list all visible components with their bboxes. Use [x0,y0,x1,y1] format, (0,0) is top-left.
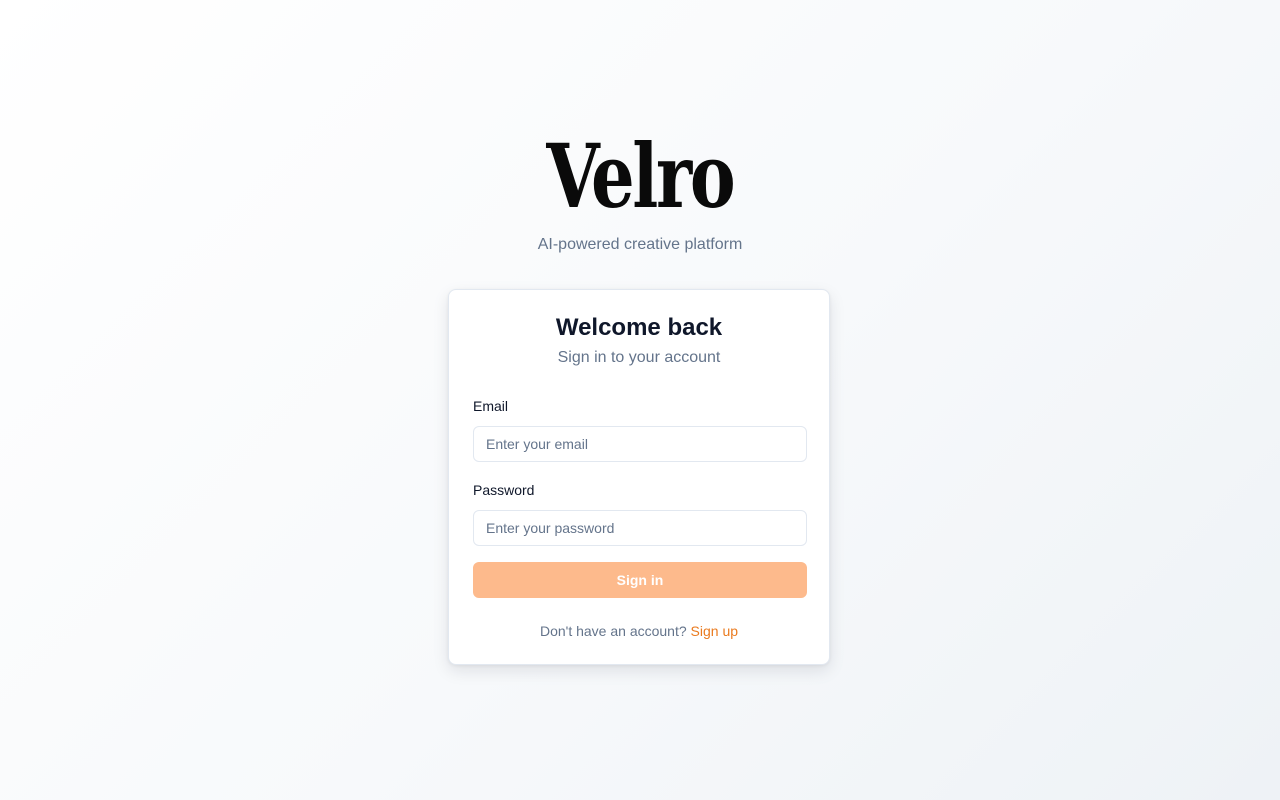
sign-up-link[interactable]: Sign up [691,623,738,639]
login-card: Welcome back Sign in to your account Ema… [448,289,830,665]
card-title: Welcome back [555,314,723,341]
card-subtitle: Sign in to your account [557,349,721,366]
sign-in-button[interactable]: Sign in [473,562,807,598]
password-label: Password [473,482,535,498]
logo-container: Velro [0,128,1280,224]
email-label: Email [473,398,509,414]
email-input[interactable] [473,426,807,462]
brand-tagline: AI-powered creative platform [537,236,743,253]
signup-prompt: Don't have an account? Sign up [449,623,829,639]
password-input[interactable] [473,510,807,546]
brand-logo: Velro [546,124,736,228]
signup-prompt-text: Don't have an account? [539,623,687,639]
